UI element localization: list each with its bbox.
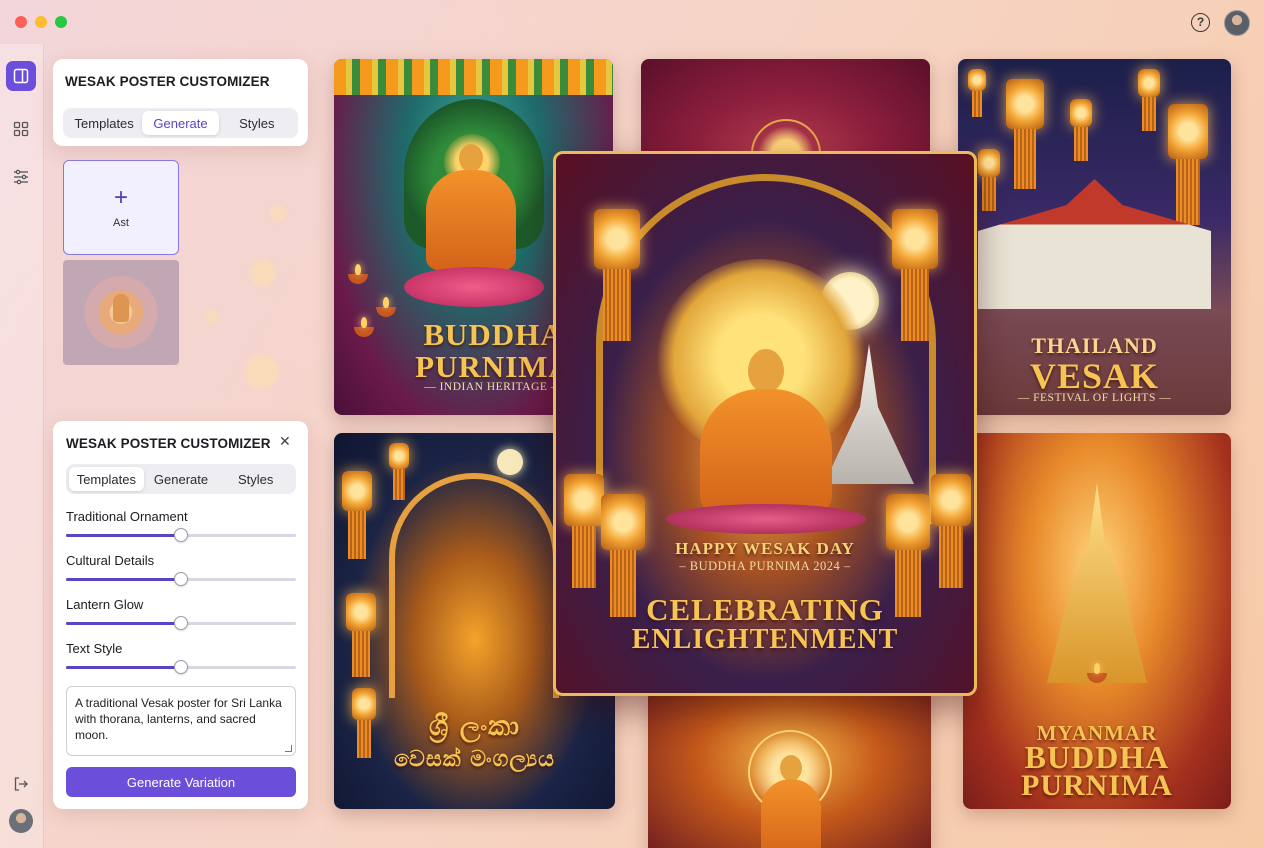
sliders-icon[interactable]	[6, 162, 36, 192]
sky-lantern	[1138, 69, 1160, 131]
lantern	[594, 209, 640, 341]
moon	[497, 449, 523, 475]
slider-label-ornament: Traditional Ornament	[66, 509, 188, 524]
slider-ornament[interactable]	[66, 528, 296, 542]
lantern	[346, 593, 376, 677]
buddha-figure	[416, 144, 526, 279]
zoom-window-button[interactable]	[55, 16, 67, 28]
lantern	[389, 443, 409, 501]
logout-icon[interactable]	[6, 769, 36, 799]
grid-icon[interactable]	[6, 114, 36, 144]
tab-generate[interactable]: Generate	[144, 467, 219, 491]
resize-handle[interactable]	[285, 745, 292, 752]
panel-title: WESAK POSTER CUSTOMIZER	[66, 436, 271, 451]
marigold-garland	[334, 59, 613, 95]
tab-styles[interactable]: Styles	[218, 467, 293, 491]
poster-srilanka-line2: වෙසක් මංගල්‍යය	[394, 747, 555, 772]
tab-templates[interactable]: Templates	[66, 111, 142, 135]
minimize-window-button[interactable]	[35, 16, 47, 28]
avatar[interactable]	[1224, 10, 1250, 36]
poster-thailand[interactable]: THAILAND VESAK — FESTIVAL OF LIGHTS —	[958, 59, 1231, 415]
poster-thailand-sub: — FESTIVAL OF LIGHTS —	[1017, 392, 1172, 404]
bokeh-light	[245, 355, 279, 389]
featured-line4: ENLIGHTENMENT	[631, 624, 899, 655]
prompt-textarea[interactable]: A traditional Vesak poster for Sri Lanka…	[66, 686, 296, 756]
window-titlebar: ?	[0, 0, 1264, 44]
buddha-figure	[753, 755, 828, 848]
tab-bar: Templates Generate Styles	[63, 108, 298, 138]
sky-lantern	[1006, 79, 1044, 189]
generate-variation-button[interactable]: Generate Variation	[66, 767, 296, 797]
sky-lantern	[1070, 99, 1092, 161]
poster-bottom-middle[interactable]	[648, 690, 931, 848]
sky-lantern	[968, 69, 986, 118]
lotus-base	[666, 504, 866, 534]
slider-handle[interactable]	[174, 572, 188, 586]
close-icon[interactable]: ✕	[279, 433, 291, 450]
lantern	[342, 471, 372, 559]
poster-srilanka-line1: ශ්‍රී ලංකා	[429, 711, 520, 742]
close-window-button[interactable]	[15, 16, 27, 28]
bokeh-light	[270, 205, 286, 221]
tab-bar: Templates Generate Styles	[66, 464, 296, 494]
lantern	[931, 474, 971, 589]
featured-line2: – BUDDHA PURNIMA 2024 –	[679, 559, 851, 573]
customizer-panel-top: WESAK POSTER CUSTOMIZER Templates Genera…	[53, 59, 308, 146]
lotus-base	[404, 267, 544, 307]
bokeh-light	[250, 260, 276, 286]
sky-lantern	[1168, 104, 1208, 225]
prompt-text: A traditional Vesak poster for Sri Lanka…	[75, 696, 282, 742]
lantern	[892, 209, 938, 341]
featured-line1: HAPPY WESAK DAY	[675, 539, 855, 558]
poster-thailand-line2: VESAK	[1029, 356, 1160, 396]
sky-lantern	[978, 149, 1000, 211]
asset-thumbnail[interactable]	[63, 260, 179, 365]
slider-lantern[interactable]	[66, 616, 296, 630]
add-asset-card[interactable]: + Ast	[63, 160, 179, 255]
oil-lamp	[376, 297, 396, 317]
poster-featured[interactable]: HAPPY WESAK DAY – BUDDHA PURNIMA 2024 – …	[553, 151, 977, 696]
golden-pagoda	[1047, 483, 1147, 683]
thorana-arch	[389, 473, 559, 698]
oil-lamp	[348, 264, 368, 284]
slider-label-cultural: Cultural Details	[66, 553, 155, 568]
tab-styles[interactable]: Styles	[219, 111, 295, 135]
featured-line3: CELEBRATING	[646, 592, 884, 627]
add-asset-label: Ast	[113, 216, 129, 229]
slider-handle[interactable]	[174, 528, 188, 542]
slider-cultural[interactable]	[66, 572, 296, 586]
slider-text-style[interactable]	[66, 660, 296, 674]
tab-templates[interactable]: Templates	[69, 467, 144, 491]
poster-myanmar[interactable]: MYANMAR BUDDHA PURNIMA	[963, 433, 1231, 809]
user-avatar[interactable]	[9, 809, 33, 833]
help-icon[interactable]: ?	[1191, 13, 1210, 32]
bokeh-light	[205, 310, 219, 324]
plus-icon: +	[113, 183, 128, 211]
panel-title: WESAK POSTER CUSTOMIZER	[65, 74, 270, 89]
slider-label-lantern: Lantern Glow	[66, 597, 144, 612]
side-rail	[0, 44, 44, 848]
poster-myanmar-line3: PURNIMA	[1021, 769, 1173, 802]
tab-generate[interactable]: Generate	[142, 111, 219, 135]
buddha-figure	[686, 349, 846, 519]
lantern	[564, 474, 604, 589]
slider-handle[interactable]	[174, 616, 188, 630]
slider-label-text-style: Text Style	[66, 641, 123, 656]
panel-toggle-icon[interactable]	[6, 61, 36, 91]
slider-handle[interactable]	[174, 660, 188, 674]
